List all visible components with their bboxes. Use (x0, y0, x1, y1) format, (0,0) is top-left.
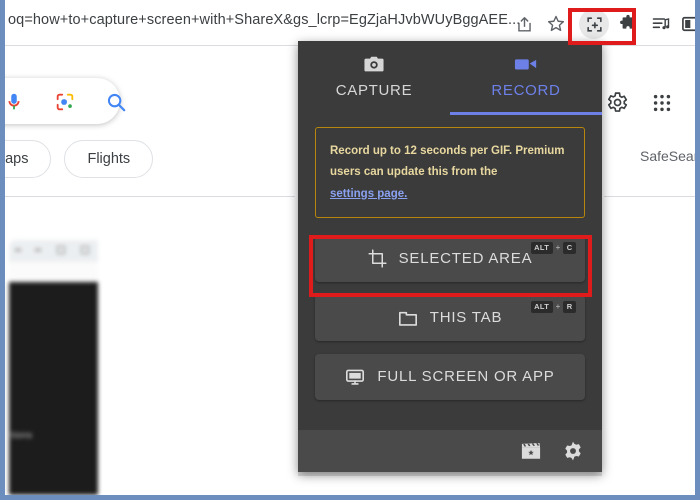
shortcut-separator: + (555, 243, 561, 253)
apps-grid-icon[interactable] (651, 92, 673, 119)
popup-footer (298, 430, 602, 472)
full-screen-label: FULL SCREEN OR APP (377, 368, 555, 386)
thumbnail-window-titlebar (9, 240, 98, 262)
thumbnail-window-control (15, 249, 21, 251)
share-icon[interactable] (512, 12, 536, 36)
popup-tab-bar: CAPTURE RECORD (298, 41, 602, 115)
full-screen-or-app-button[interactable]: FULL SCREEN OR APP (315, 353, 585, 400)
page-divider (5, 196, 295, 197)
shortcut-key: C (563, 241, 576, 254)
crop-icon (368, 249, 387, 268)
popup-bottom-shadow (298, 472, 602, 476)
gear-icon[interactable] (604, 90, 629, 120)
highlight-box-extension-icons (568, 8, 636, 45)
this-tab-button[interactable]: THIS TAB ALT + R (315, 294, 585, 341)
this-tab-label: THIS TAB (429, 309, 503, 327)
monitor-icon (345, 368, 365, 386)
thumbnail-window-control (57, 246, 65, 254)
selected-area-button[interactable]: SELECTED AREA ALT + C (315, 235, 585, 282)
recorder-extension-popup: CAPTURE RECORD Record up to 12 seconds p… (298, 41, 602, 472)
chip-flights[interactable]: Flights (64, 140, 154, 178)
shortcut-key: R (563, 300, 576, 313)
thumbnail-caption: tions (11, 430, 33, 440)
video-thumbnail-preview: tions (5, 240, 98, 495)
omnibox-url-text[interactable]: oq=how+to+capture+screen+with+ShareX&gs_… (8, 12, 520, 28)
browser-tab-icon (398, 309, 418, 327)
window-frame-left (0, 0, 5, 500)
screenshot-root: Maps Flights SafeSear (0, 0, 700, 500)
tab-capture[interactable]: CAPTURE (298, 41, 450, 115)
thumbnail-window-control (81, 246, 89, 254)
media-playlist-icon[interactable] (649, 12, 673, 36)
shortcut-modifier: ALT (530, 300, 553, 313)
tab-record[interactable]: RECORD (450, 41, 602, 115)
thumbnail-window-control (35, 249, 41, 251)
safesearch-label: SafeSear (640, 148, 699, 164)
tab-record-label: RECORD (491, 82, 561, 99)
thumbnail-video-area: tions (9, 282, 98, 495)
window-frame-bottom (0, 495, 700, 500)
clapperboard-icon[interactable] (520, 441, 542, 461)
bookmark-star-icon[interactable] (544, 12, 568, 36)
selected-area-shortcut: ALT + C (530, 241, 576, 254)
search-filter-chips: Maps Flights (0, 140, 154, 178)
tab-capture-label: CAPTURE (335, 82, 413, 99)
notice-line-1: Record up to 12 seconds per GIF. Premium (330, 145, 565, 157)
notice-line-2: users can update this from the (330, 166, 498, 179)
window-frame-right (695, 0, 700, 500)
this-tab-shortcut: ALT + R (530, 300, 576, 313)
shortcut-modifier: ALT (530, 241, 553, 254)
thumbnail-toolbar (9, 262, 98, 298)
popup-body: Record up to 12 seconds per GIF. Premium… (298, 127, 602, 400)
page-divider-right (604, 196, 695, 197)
video-camera-icon (514, 53, 538, 75)
tab-active-underline (450, 112, 602, 115)
chip-label: Flights (87, 151, 131, 167)
search-box-icons (0, 88, 130, 116)
camera-icon (363, 53, 385, 75)
google-lens-icon[interactable] (51, 88, 79, 116)
magnifier-icon[interactable] (102, 88, 130, 116)
gear-icon[interactable] (562, 440, 584, 462)
shortcut-separator: + (555, 302, 561, 312)
premium-notice: Record up to 12 seconds per GIF. Premium… (315, 127, 585, 218)
selected-area-label: SELECTED AREA (398, 250, 533, 268)
settings-page-link[interactable]: settings page. (330, 188, 407, 200)
chip-maps[interactable]: Maps (0, 140, 52, 178)
google-right-icons (604, 90, 673, 120)
